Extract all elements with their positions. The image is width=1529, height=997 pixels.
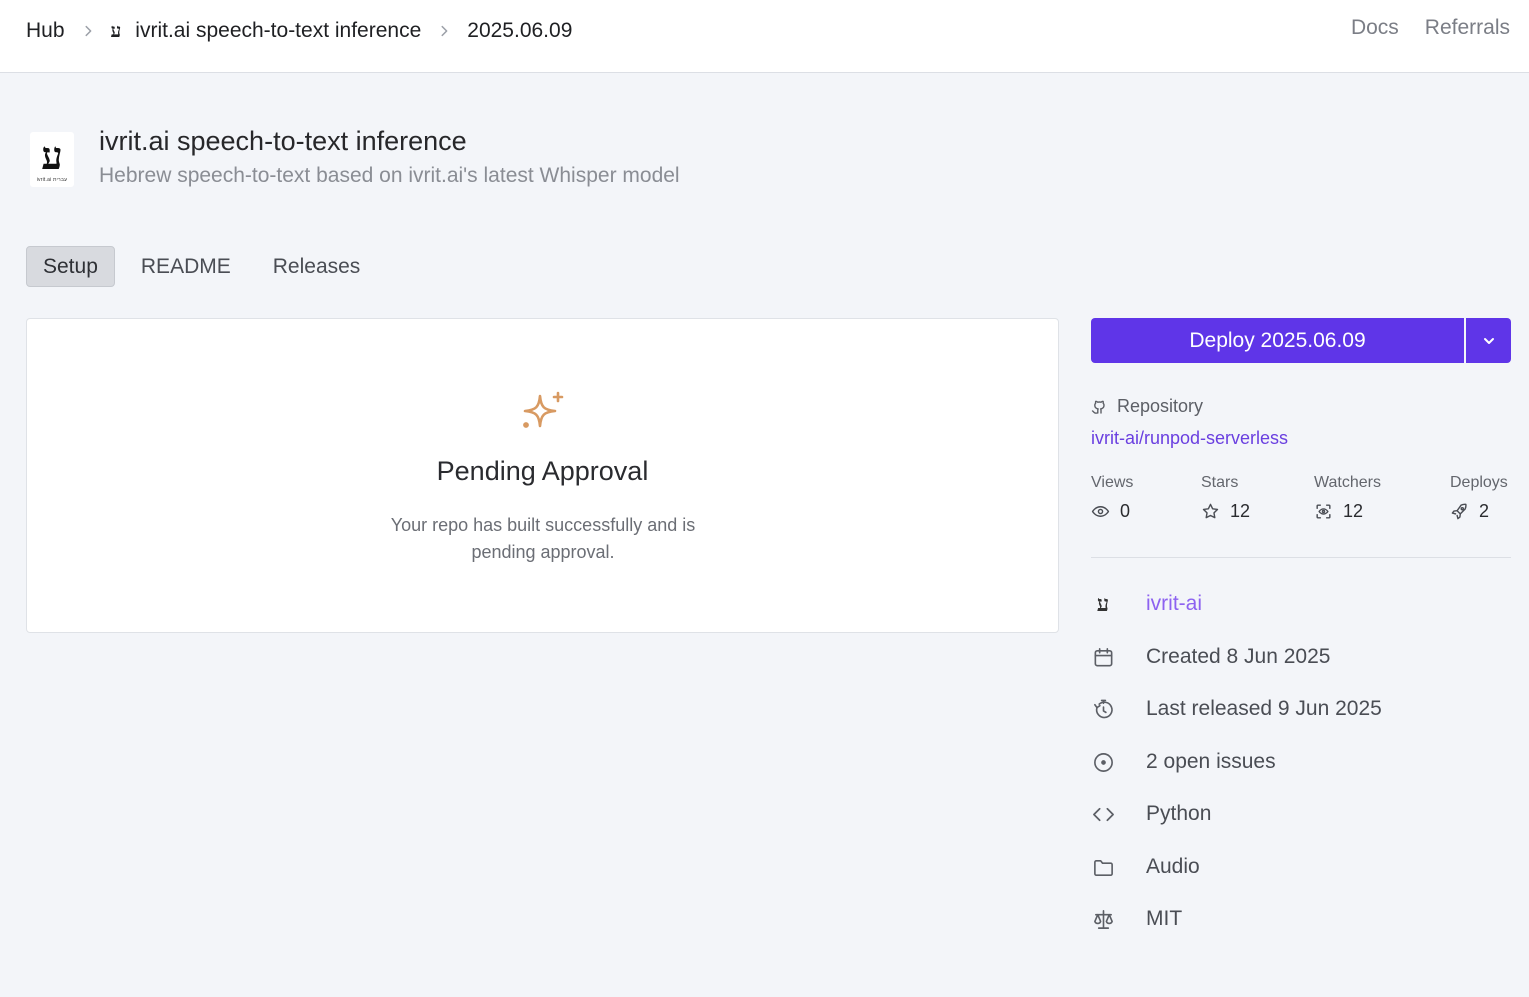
deploy-button[interactable]: Deploy 2025.06.09 bbox=[1091, 318, 1464, 363]
open-issues[interactable]: 2 open issues bbox=[1146, 750, 1276, 774]
stat-stars-value: 12 bbox=[1230, 501, 1251, 521]
meta-owner: ע ivrit-ai bbox=[1091, 589, 1202, 619]
meta-license: MIT bbox=[1091, 904, 1182, 934]
docs-link[interactable]: Docs bbox=[1351, 16, 1399, 40]
stat-deploys: Deploys 2 bbox=[1450, 474, 1508, 522]
breadcrumb-version: 2025.06.09 bbox=[467, 19, 573, 42]
referrals-link[interactable]: Referrals bbox=[1425, 16, 1510, 40]
folder-icon bbox=[1093, 859, 1113, 876]
tab-bar: Setup README Releases bbox=[26, 246, 386, 287]
github-icon bbox=[1091, 400, 1105, 414]
top-bar: Hub ע ivrit.ai speech-to-text inference … bbox=[0, 0, 1529, 73]
repo-logo: ע ivrit.ai עברית bbox=[30, 132, 74, 187]
pending-message: Your repo has built successfully and is … bbox=[390, 515, 696, 562]
language: Python bbox=[1146, 802, 1212, 825]
stat-deploys-value: 2 bbox=[1479, 501, 1490, 521]
calendar-icon bbox=[1094, 647, 1112, 666]
stat-stars: Stars 12 bbox=[1201, 474, 1250, 522]
issue-icon bbox=[1093, 752, 1113, 772]
owner-link[interactable]: ivrit-ai bbox=[1146, 592, 1202, 616]
stat-watchers-label: Watchers bbox=[1314, 474, 1381, 491]
meta-issues: 2 open issues bbox=[1091, 747, 1276, 777]
star-icon bbox=[1202, 503, 1219, 519]
stat-watchers-value: 12 bbox=[1343, 501, 1364, 521]
tab-setup[interactable]: Setup bbox=[26, 246, 115, 287]
scale-icon bbox=[1093, 909, 1113, 929]
stat-watchers: Watchers 12 bbox=[1314, 474, 1381, 522]
rocket-icon bbox=[1451, 503, 1467, 520]
license: MIT bbox=[1146, 907, 1183, 930]
stat-stars-label: Stars bbox=[1201, 474, 1239, 491]
breadcrumb-hub[interactable]: Hub bbox=[26, 19, 65, 43]
pending-approval-card: Pending Approval Your repo has built suc… bbox=[26, 318, 1059, 633]
breadcrumb: Hub ע ivrit.ai speech-to-text inference … bbox=[26, 17, 572, 45]
page-title: ivrit.ai speech-to-text inference bbox=[99, 126, 467, 156]
stat-views-value: 0 bbox=[1120, 501, 1131, 521]
meta-released: Last released 9 Jun 2025 bbox=[1091, 694, 1382, 724]
repo-logo-icon: ע bbox=[110, 19, 122, 42]
repo-logo-glyph: ע bbox=[41, 132, 63, 178]
meta-language: Python bbox=[1091, 799, 1211, 829]
sidebar-divider bbox=[1091, 557, 1511, 558]
last-released-date: Last released 9 Jun 2025 bbox=[1146, 697, 1382, 720]
repository-label: Repository bbox=[1091, 396, 1203, 417]
timer-icon bbox=[1093, 699, 1113, 718]
stat-deploys-label: Deploys bbox=[1450, 474, 1508, 491]
top-nav: Docs Referrals bbox=[1351, 16, 1510, 40]
meta-created: Created 8 Jun 2025 bbox=[1091, 642, 1330, 672]
chevron-down-icon bbox=[1483, 337, 1494, 344]
sparkle-icon bbox=[523, 391, 564, 428]
code-icon bbox=[1092, 807, 1114, 821]
stat-views-label: Views bbox=[1091, 474, 1134, 491]
chevron-right-icon bbox=[437, 24, 451, 38]
repository-label-text: Repository bbox=[1117, 396, 1204, 416]
chevron-right-icon bbox=[81, 24, 95, 38]
deploy-options-button[interactable] bbox=[1466, 318, 1511, 363]
repo-logo-caption: ivrit.ai עברית bbox=[36, 176, 68, 183]
breadcrumb-repo[interactable]: ivrit.ai speech-to-text inference bbox=[135, 19, 421, 43]
meta-category: Audio bbox=[1091, 852, 1200, 882]
created-date: Created 8 Jun 2025 bbox=[1146, 645, 1331, 668]
owner-logo-icon: ע bbox=[1096, 591, 1110, 617]
stat-views: Views 0 bbox=[1091, 474, 1133, 522]
category: Audio bbox=[1146, 855, 1200, 878]
pending-title: Pending Approval bbox=[436, 456, 649, 486]
tab-releases[interactable]: Releases bbox=[257, 246, 377, 287]
watch-icon bbox=[1316, 504, 1331, 519]
repository-link[interactable]: ivrit-ai/runpod-serverless bbox=[1091, 428, 1288, 449]
page-subtitle: Hebrew speech-to-text based on ivrit.ai'… bbox=[99, 164, 680, 187]
tab-readme[interactable]: README bbox=[125, 246, 247, 287]
eye-icon bbox=[1091, 506, 1110, 517]
